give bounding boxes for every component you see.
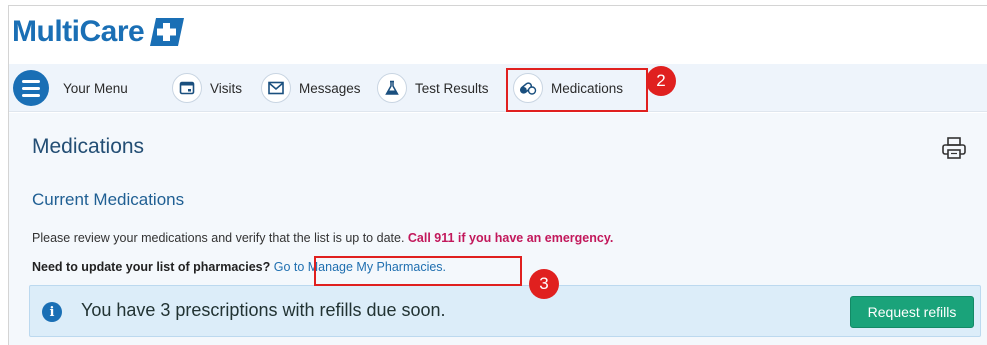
- nav-label-test-results: Test Results: [415, 80, 489, 96]
- flask-icon: [377, 73, 407, 103]
- logo-text: MultiCare: [12, 15, 145, 48]
- nav-item-visits[interactable]: Visits: [172, 64, 242, 112]
- callout-box-pharmacy-link: [314, 256, 522, 286]
- info-icon: i: [42, 302, 62, 322]
- refill-alert-banner: i You have 3 prescriptions with refills …: [29, 285, 981, 337]
- your-menu-button[interactable]: Your Menu: [13, 64, 128, 112]
- refill-alert-text: You have 3 prescriptions with refills du…: [81, 300, 446, 320]
- envelope-icon: [261, 73, 291, 103]
- medication-review-text: Please review your medications and verif…: [32, 231, 613, 245]
- nav-label-visits: Visits: [210, 80, 243, 96]
- nav-label-messages: Messages: [299, 80, 361, 96]
- nav-item-test-results[interactable]: Test Results: [377, 64, 489, 112]
- review-instruction: Please review your medications and verif…: [32, 231, 408, 245]
- hamburger-menu-icon: [13, 70, 49, 106]
- pharmacy-question: Need to update your list of pharmacies?: [32, 260, 274, 274]
- callout-box-medications: [506, 68, 648, 112]
- page-title: Medications: [32, 135, 145, 158]
- printer-icon[interactable]: [941, 135, 967, 161]
- section-title-current-medications: Current Medications: [32, 190, 185, 209]
- emergency-notice: Call 911 if you have an emergency.: [407, 231, 614, 245]
- callout-badge-3: 3: [529, 269, 559, 299]
- nav-item-messages[interactable]: Messages: [261, 64, 361, 112]
- top-nav-bar: Your Menu Visits Messages Test Results M…: [9, 64, 987, 112]
- main-content: Medications Current Medications Please r…: [9, 113, 987, 345]
- medical-cross-logo-icon: [150, 18, 185, 46]
- request-refills-button[interactable]: Request refills: [850, 296, 974, 328]
- calendar-icon: [172, 73, 202, 103]
- multicare-logo[interactable]: MultiCare: [12, 12, 185, 52]
- callout-badge-2: 2: [646, 66, 676, 96]
- your-menu-label: Your Menu: [63, 80, 128, 96]
